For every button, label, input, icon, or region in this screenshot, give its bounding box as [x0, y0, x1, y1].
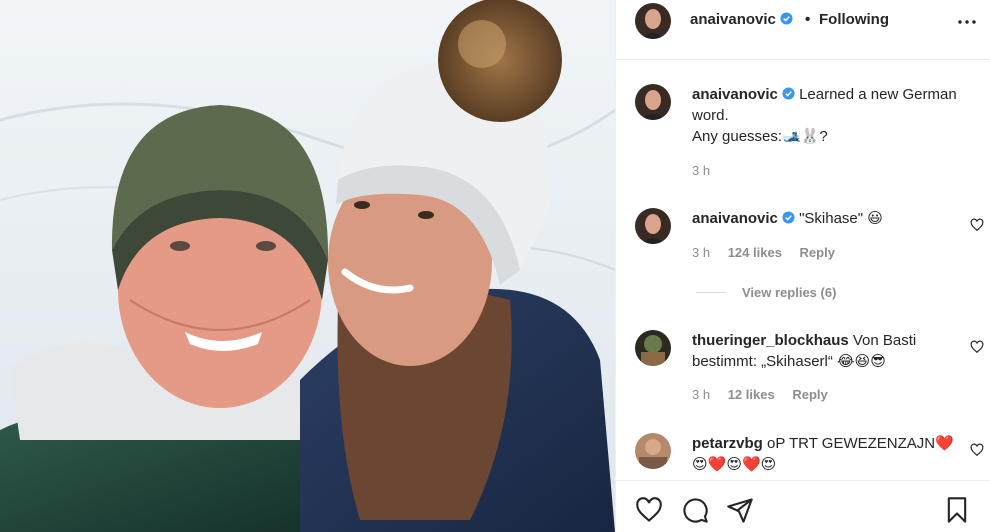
author-username[interactable]: anaivanovic — [690, 11, 793, 28]
caption-time: 3 h — [692, 163, 711, 178]
caption-meta: 3 h — [692, 163, 724, 178]
replies-line — [696, 292, 726, 293]
verified-badge-icon — [782, 87, 795, 100]
caption-author[interactable]: anaivanovic — [692, 86, 778, 103]
comment-meta: 3 h 12 likes Reply — [692, 387, 842, 402]
like-comment-heart-icon[interactable] — [970, 218, 984, 232]
comment-likes[interactable]: 12 likes — [728, 387, 775, 402]
author-avatar[interactable] — [635, 3, 671, 39]
like-heart-icon[interactable] — [635, 496, 663, 524]
comment-body: "Skihase" 😃 — [799, 210, 883, 227]
post-action-bar — [616, 480, 990, 532]
like-comment-heart-icon[interactable] — [970, 340, 984, 354]
selfie-photo-illustration — [0, 0, 615, 532]
caption-avatar[interactable] — [635, 84, 671, 120]
header-separator: • — [805, 11, 811, 28]
instagram-post-view: anaivanovic • Following anaivanovic Lear… — [0, 0, 990, 532]
reply-button[interactable]: Reply — [800, 245, 835, 260]
following-button[interactable]: Following — [819, 11, 889, 28]
reply-button[interactable]: Reply — [792, 387, 827, 402]
share-icon[interactable] — [726, 496, 754, 524]
like-comment-heart-icon[interactable] — [970, 443, 984, 457]
caption-text: anaivanovic Learned a new German word. A… — [692, 84, 962, 147]
bookmark-icon[interactable] — [943, 496, 971, 524]
caption-line-2: Any guesses:🎿🐰? — [692, 128, 828, 145]
comment-time: 3 h — [692, 245, 711, 260]
verified-badge-icon — [780, 12, 793, 25]
commenter-avatar[interactable] — [635, 433, 671, 469]
post-header: anaivanovic • Following — [616, 0, 990, 42]
commenter-avatar[interactable] — [635, 208, 671, 244]
header-divider — [616, 59, 990, 60]
comment-time: 3 h — [692, 387, 711, 402]
comment-text: petarzvbg oP TRT GEWEZENZAJN❤️😍❤️😍❤️😍 — [692, 433, 962, 475]
comment-meta: 3 h 124 likes Reply — [692, 245, 849, 260]
more-options-icon[interactable] — [955, 10, 979, 34]
commenter-username[interactable]: thueringer_blockhaus — [692, 332, 849, 349]
commenter-username[interactable]: petarzvbg — [692, 435, 763, 452]
comment-text: thueringer_blockhaus Von Basti bestimmt:… — [692, 330, 962, 372]
commenter-username[interactable]: anaivanovic — [692, 210, 778, 227]
verified-badge-icon — [782, 211, 795, 224]
view-replies-label: View replies (6) — [742, 285, 837, 300]
comment-text: anaivanovic "Skihase" 😃 — [692, 208, 962, 229]
commenter-avatar[interactable] — [635, 330, 671, 366]
comment-likes[interactable]: 124 likes — [728, 245, 782, 260]
comment-icon[interactable] — [681, 496, 709, 524]
post-details-panel: anaivanovic • Following anaivanovic Lear… — [615, 0, 990, 532]
post-photo[interactable] — [0, 0, 615, 532]
view-replies-button[interactable]: View replies (6) — [696, 285, 836, 300]
